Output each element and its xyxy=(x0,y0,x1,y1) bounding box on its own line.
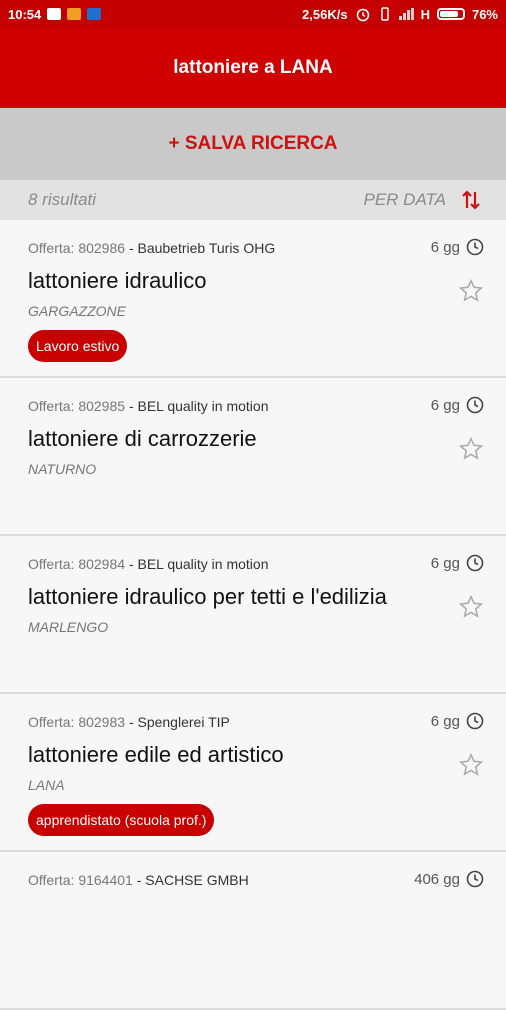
job-title: lattoniere di carrozzerie xyxy=(28,426,257,451)
clock-icon xyxy=(466,396,484,414)
mail-icon xyxy=(47,8,62,20)
battery-icon xyxy=(436,8,465,20)
age-label: 6 gg xyxy=(430,396,460,414)
offer-meta: Offerta: 9164401 - SACHSE GMBH xyxy=(28,872,249,888)
job-card[interactable]: Offerta: 802985 - BEL quality in motion … xyxy=(0,378,506,536)
offer-id: 802986 xyxy=(78,240,126,256)
page-title: lattoniere a LANA xyxy=(173,57,333,78)
offer-meta: Offerta: 802983 - Spenglerei TIP xyxy=(28,714,230,730)
job-tag: apprendistato (scuola prof.) xyxy=(28,804,215,836)
results-count: 8 risultati xyxy=(28,190,97,209)
clock-icon xyxy=(466,712,484,730)
save-search-button[interactable]: + SALVA RICERCA xyxy=(0,108,506,180)
network-type: H xyxy=(420,6,430,22)
star-icon[interactable] xyxy=(458,752,484,778)
offer-label: Offerta: xyxy=(28,240,75,256)
job-location: LANA xyxy=(28,777,65,793)
job-title: lattoniere idraulico per tetti e l'edili… xyxy=(28,584,387,609)
offer-meta: Offerta: 802986 - Baubetrieb Turis OHG xyxy=(28,240,275,256)
offer-meta: Offerta: 802984 - BEL quality in motion xyxy=(28,556,269,572)
sort-by-date[interactable]: PER DATA xyxy=(364,190,447,210)
signal-icon xyxy=(398,8,414,20)
offer-label: Offerta: xyxy=(28,556,75,572)
job-location: MARLENGO xyxy=(28,619,109,635)
job-age: 6 gg xyxy=(431,554,484,572)
job-location: GARGAZZONE xyxy=(28,303,127,319)
company-name: - SACHSE GMBH xyxy=(136,872,249,888)
battery-level: 76% xyxy=(471,6,498,22)
offer-id: 9164401 xyxy=(78,872,133,888)
save-search-label: + SALVA RICERCA xyxy=(168,133,338,154)
star-icon[interactable] xyxy=(458,278,484,304)
job-title: lattoniere edile ed artistico xyxy=(28,742,284,767)
age-label: 6 gg xyxy=(430,554,460,572)
job-card[interactable]: Offerta: 802986 - Baubetrieb Turis OHG 6… xyxy=(0,220,506,378)
status-time: 10:54 xyxy=(8,6,42,22)
company-name: - BEL quality in motion xyxy=(128,556,269,572)
alarm-icon xyxy=(356,8,369,22)
job-card[interactable]: Offerta: 802984 - BEL quality in motion … xyxy=(0,536,506,694)
job-age: 6 gg xyxy=(431,238,484,256)
offer-id: 802985 xyxy=(78,398,126,414)
job-title: lattoniere idraulico xyxy=(28,268,207,293)
job-location: NATURNO xyxy=(28,461,97,477)
age-label: 406 gg xyxy=(414,870,460,888)
job-age: 6 gg xyxy=(431,712,484,730)
app-notification-icon xyxy=(87,8,102,20)
app-bar: lattoniere a LANA xyxy=(0,28,506,108)
job-age: 6 gg xyxy=(431,396,484,414)
vibrate-icon xyxy=(380,7,389,21)
company-name: - Spenglerei TIP xyxy=(128,714,230,730)
job-age: 406 gg xyxy=(414,870,484,888)
offer-label: Offerta: xyxy=(28,398,75,414)
clock-icon xyxy=(466,870,484,888)
offer-label: Offerta: xyxy=(28,714,75,730)
sort-bar: 8 risultati PER DATA xyxy=(0,180,506,220)
job-tag: Lavoro estivo xyxy=(28,330,128,362)
notification-icon xyxy=(67,8,82,20)
age-label: 6 gg xyxy=(430,712,460,730)
company-name: - BEL quality in motion xyxy=(128,398,269,414)
status-bar: 10:54 2,56K/s H 76% xyxy=(0,0,506,28)
star-icon[interactable] xyxy=(458,436,484,462)
company-name: - Baubetrieb Turis OHG xyxy=(128,240,276,256)
age-label: 6 gg xyxy=(430,238,460,256)
offer-meta: Offerta: 802985 - BEL quality in motion xyxy=(28,398,269,414)
job-card[interactable]: Offerta: 9164401 - SACHSE GMBH 406 gg xyxy=(0,852,506,1010)
offer-label: Offerta: xyxy=(28,872,75,888)
sort-arrows-icon[interactable] xyxy=(460,188,482,212)
network-speed: 2,56K/s xyxy=(302,6,348,22)
star-icon[interactable] xyxy=(458,594,484,620)
job-card[interactable]: Offerta: 802983 - Spenglerei TIP 6 gg la… xyxy=(0,694,506,852)
offer-id: 802983 xyxy=(78,714,126,730)
job-list: Offerta: 802986 - Baubetrieb Turis OHG 6… xyxy=(0,220,506,1010)
offer-id: 802984 xyxy=(78,556,126,572)
clock-icon xyxy=(466,238,484,256)
clock-icon xyxy=(466,554,484,572)
